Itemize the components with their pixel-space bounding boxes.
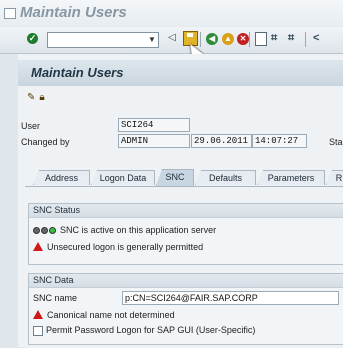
application-toolbar: ✎ 🔒︎ (27, 92, 49, 103)
changed-by-field: ADMIN (118, 134, 190, 148)
warning-icon (33, 242, 43, 251)
snc-active-line: SNC is active on this application server (33, 225, 216, 235)
permit-password-checkbox[interactable] (33, 325, 43, 336)
enter-icon[interactable]: ✓ (27, 33, 38, 44)
first-page-icon[interactable]: < (313, 32, 319, 44)
changed-date-field: 29.06.2011 (191, 134, 252, 148)
window-titlebar: Maintain Users (0, 0, 343, 27)
status-label: Sta (329, 137, 343, 147)
snc-status-title: SNC Status (29, 204, 343, 218)
tab-roles[interactable]: R (326, 170, 343, 185)
page-title: Maintain Users (31, 65, 124, 80)
unsecured-logon-line: Unsecured logon is generally permitted (33, 241, 203, 252)
user-field: SCI264 (118, 118, 190, 132)
snc-tab-pane: SNC Status SNC is active on this applica… (25, 186, 343, 348)
snc-name-label: SNC name (33, 293, 78, 303)
tab-parameters[interactable]: Parameters (257, 170, 325, 185)
user-label: User (21, 121, 41, 131)
snc-data-group: SNC Data SNC name p:CN=SCI264@FAIR.SAP.C… (28, 273, 343, 345)
snc-name-input[interactable]: p:CN=SCI264@FAIR.SAP.CORP (122, 291, 339, 305)
snc-active-text: SNC is active on this application server (60, 225, 217, 235)
lock-icon[interactable]: 🔒︎ (39, 92, 44, 103)
exit-icon[interactable]: ▲ (222, 33, 234, 45)
print-icon[interactable] (255, 32, 267, 46)
changed-by-label: Changed by (21, 137, 70, 147)
back-icon[interactable]: ◀ (206, 33, 218, 45)
find-icon[interactable]: ⌗ (271, 32, 277, 45)
toolbar-separator (249, 32, 250, 47)
snc-status-group: SNC Status SNC is active on this applica… (28, 203, 343, 265)
unsecured-logon-text: Unsecured logon is generally permitted (47, 242, 204, 252)
canonical-name-text: Canonical name not determined (47, 310, 175, 320)
command-field[interactable]: ▼ (47, 32, 159, 48)
changed-time-field: 14:07:27 (252, 134, 307, 148)
window-menu-icon[interactable] (4, 8, 16, 19)
canonical-name-line: Canonical name not determined (33, 309, 175, 320)
permit-password-label: Permit Password Logon for SAP GUI (User-… (46, 325, 256, 335)
permit-password-row[interactable]: Permit Password Logon for SAP GUI (User-… (33, 325, 255, 336)
tab-address[interactable]: Address (33, 170, 90, 185)
warning-icon (33, 310, 43, 319)
toolbar-separator (200, 32, 201, 47)
back-arrow-icon[interactable]: ◁ (168, 32, 176, 43)
change-pencil-icon[interactable]: ✎ (27, 92, 35, 103)
window-title: Maintain Users (20, 4, 127, 21)
cancel-icon[interactable]: ✕ (237, 33, 249, 45)
find-next-icon[interactable]: ⌗ (288, 32, 294, 45)
tab-logon-data[interactable]: Logon Data (91, 170, 155, 185)
standard-toolbar: ✓ ▼ ◁ ◀ ▲ ✕ ⌗ ⌗ < (0, 27, 343, 54)
toolbar-separator (305, 32, 306, 47)
screen-header: Maintain Users (18, 60, 343, 86)
tab-snc[interactable]: SNC (156, 169, 194, 186)
tabstrip: Address Logon Data SNC Defaults Paramete… (25, 169, 343, 186)
snc-data-title: SNC Data (29, 274, 343, 288)
chevron-down-icon[interactable]: ▼ (146, 33, 158, 47)
traffic-light-icon (33, 225, 57, 235)
tab-defaults[interactable]: Defaults (195, 170, 256, 185)
